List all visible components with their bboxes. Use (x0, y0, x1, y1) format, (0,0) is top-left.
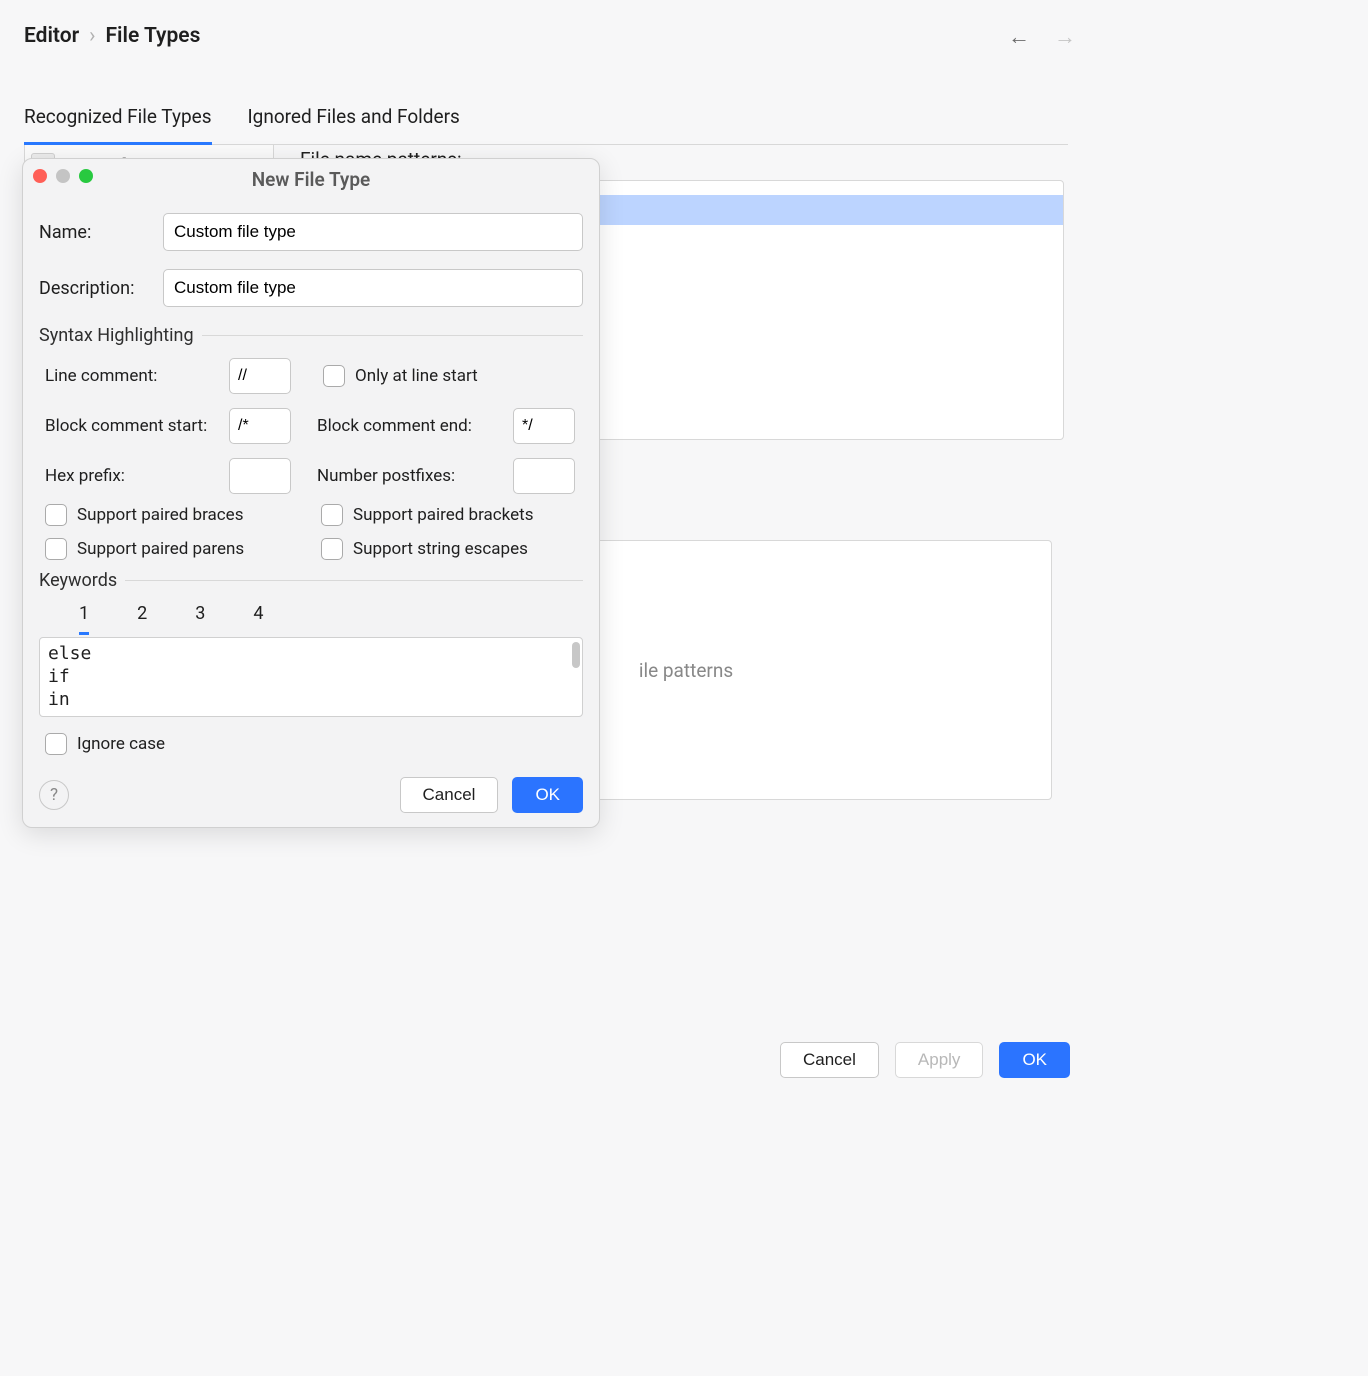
divider (202, 335, 583, 336)
associated-patterns-hint: ile patterns (639, 659, 733, 682)
block-comment-start-input[interactable] (229, 408, 291, 444)
breadcrumb: Editor › File Types (24, 24, 1068, 48)
keywords-content: else if in (48, 643, 91, 710)
keywords-label: Keywords (39, 570, 117, 591)
description-input[interactable] (163, 269, 583, 307)
number-postfixes-input[interactable] (513, 458, 575, 494)
help-button[interactable]: ? (39, 780, 69, 810)
main-tabs: Recognized File Types Ignored Files and … (24, 104, 1068, 145)
keyword-tab-2[interactable]: 2 (137, 603, 147, 635)
block-comment-end-input[interactable] (513, 408, 575, 444)
dialog-cancel-button[interactable]: Cancel (400, 777, 499, 813)
new-file-type-dialog: New File Type Name: Description: Syntax … (22, 158, 600, 828)
close-window-icon[interactable] (33, 169, 47, 183)
line-comment-label: Line comment: (45, 366, 229, 386)
keyword-tab-4[interactable]: 4 (253, 603, 263, 635)
dialog-titlebar: New File Type (23, 159, 599, 199)
support-string-escapes-label: Support string escapes (353, 539, 528, 559)
settings-page: Editor › File Types ← → Recognized File … (0, 0, 1092, 1100)
block-comment-start-label: Block comment start: (45, 416, 229, 436)
block-comment-end-label: Block comment end: (299, 416, 513, 436)
keyword-tab-3[interactable]: 3 (195, 603, 205, 635)
syntax-highlighting-label: Syntax Highlighting (39, 325, 194, 346)
keyword-tab-1[interactable]: 1 (79, 603, 89, 635)
ignore-case-checkbox[interactable] (45, 733, 67, 755)
number-postfixes-label: Number postfixes: (299, 466, 513, 486)
hex-prefix-input[interactable] (229, 458, 291, 494)
page-ok-button[interactable]: OK (999, 1042, 1070, 1078)
zoom-window-icon[interactable] (79, 169, 93, 183)
name-input[interactable] (163, 213, 583, 251)
keywords-header: Keywords (39, 570, 583, 591)
nav-back-icon[interactable]: ← (1008, 24, 1030, 50)
support-string-escapes-checkbox[interactable] (321, 538, 343, 560)
keyword-tabs: 1 2 3 4 (39, 603, 583, 635)
tab-recognized-file-types[interactable]: Recognized File Types (24, 105, 212, 145)
support-paired-parens-checkbox[interactable] (45, 538, 67, 560)
syntax-highlighting-header: Syntax Highlighting (39, 325, 583, 346)
support-paired-braces-checkbox[interactable] (45, 504, 67, 526)
divider (125, 580, 583, 581)
dialog-title: New File Type (23, 168, 599, 191)
support-paired-braces-label: Support paired braces (77, 505, 243, 525)
ignore-case-label: Ignore case (77, 734, 165, 754)
scrollbar-thumb[interactable] (572, 642, 580, 668)
line-comment-input[interactable] (229, 358, 291, 394)
dialog-ok-button[interactable]: OK (512, 777, 583, 813)
support-paired-parens-label: Support paired parens (77, 539, 244, 559)
breadcrumb-parent[interactable]: Editor (24, 24, 79, 48)
page-apply-button: Apply (895, 1042, 984, 1078)
only-at-line-start-label: Only at line start (355, 366, 478, 386)
hex-prefix-label: Hex prefix: (45, 466, 229, 486)
window-traffic-lights (33, 169, 93, 183)
page-footer-buttons: Cancel Apply OK (780, 1042, 1070, 1078)
page-cancel-button[interactable]: Cancel (780, 1042, 879, 1078)
minimize-window-icon (56, 169, 70, 183)
description-label: Description: (39, 278, 151, 299)
keywords-textarea[interactable]: else if in (39, 637, 583, 717)
support-paired-brackets-checkbox[interactable] (321, 504, 343, 526)
breadcrumb-separator: › (89, 24, 95, 48)
only-at-line-start-checkbox[interactable] (323, 365, 345, 387)
nav-arrows: ← → (1008, 24, 1076, 50)
name-label: Name: (39, 222, 151, 243)
nav-forward-icon: → (1054, 24, 1076, 50)
support-paired-brackets-label: Support paired brackets (353, 505, 533, 525)
tab-ignored-files-and-folders[interactable]: Ignored Files and Folders (248, 105, 460, 145)
breadcrumb-current: File Types (105, 24, 200, 48)
